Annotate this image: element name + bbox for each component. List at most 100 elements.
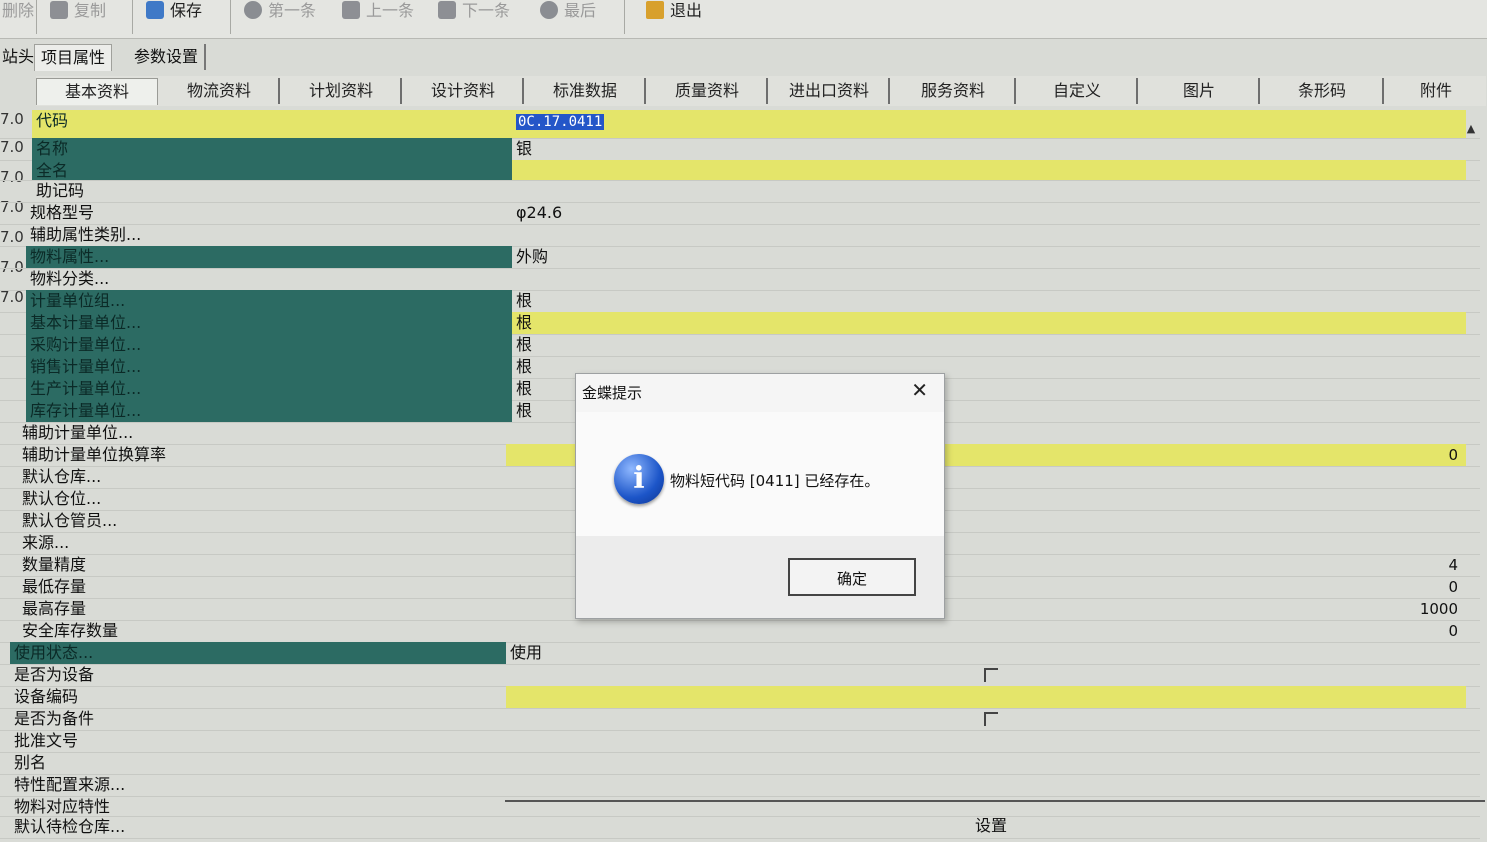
previous-icon — [342, 1, 360, 19]
status-field[interactable]: 使用 — [506, 642, 1466, 664]
is-spare-field[interactable] — [506, 708, 1466, 730]
save-button[interactable]: 保存 — [146, 0, 202, 26]
scroll-up-arrow-icon[interactable]: ▲ — [1463, 120, 1479, 138]
mnemonic-field[interactable] — [512, 180, 1466, 202]
property-tabs: 站头 项目属性 参数设置 — [0, 40, 1487, 72]
spec-field[interactable]: φ24.6 — [512, 202, 1466, 224]
tab-label: 计划资料 — [308, 81, 373, 100]
material-attr-field[interactable]: 外购 — [512, 246, 1466, 268]
message-dialog: 金蝶提示 ✕ i 物料短代码 [0411] 已经存在。 确定 — [575, 373, 945, 619]
tab-station[interactable]: 站头 — [0, 44, 36, 70]
tab-planning[interactable]: 计划资料 — [282, 78, 402, 104]
first-record-icon — [244, 1, 262, 19]
name-field[interactable]: 银 — [512, 138, 1466, 160]
default-location-label: 默认仓位... — [22, 489, 102, 508]
min-stock-label: 最低存量 — [22, 577, 87, 596]
last-record-button[interactable]: 最后 — [540, 0, 596, 26]
tab-basic-data[interactable]: 基本资料 — [36, 78, 158, 105]
max-stock-label: 最高存量 — [22, 599, 87, 618]
unit-group-field[interactable]: 根 — [512, 290, 1466, 312]
row-safety-stock: 安全库存数量 0 — [0, 620, 1480, 643]
base-unit-field[interactable]: 根 — [512, 312, 1466, 334]
approval-no-field[interactable] — [506, 730, 1466, 752]
copy-button[interactable]: 复制 — [50, 0, 106, 26]
spec-value: φ24.6 — [516, 203, 563, 222]
tab-images[interactable]: 图片 — [1140, 78, 1260, 104]
tab-label: 自定义 — [1052, 81, 1101, 100]
last-label: 最后 — [564, 1, 597, 20]
row-approval-no: 批准文号 — [0, 730, 1480, 753]
equipment-code-field[interactable] — [506, 686, 1466, 708]
base-unit-value: 根 — [516, 313, 533, 332]
feature-source-label: 特性配置来源... — [14, 775, 126, 794]
max-stock-value: 1000 — [1419, 600, 1458, 618]
default-warehouse-label: 默认仓库... — [22, 467, 102, 486]
copy-icon — [50, 1, 68, 19]
qty-precision-value: 4 — [1448, 556, 1458, 574]
name-label: 名称 — [32, 138, 512, 160]
code-field[interactable]: 0C.17.0411 — [512, 110, 1466, 138]
save-label: 保存 — [170, 1, 203, 20]
settings-button[interactable]: 设置 — [975, 812, 1007, 836]
tab-label: 项目属性 — [41, 48, 106, 67]
ok-button[interactable]: 确定 — [788, 558, 916, 596]
tab-service[interactable]: 服务资料 — [892, 78, 1016, 104]
feature-source-field[interactable] — [506, 774, 1466, 796]
is-equipment-field[interactable] — [506, 664, 1466, 686]
tab-quality[interactable]: 质量资料 — [648, 78, 768, 104]
tab-attachments[interactable]: 附件 — [1386, 78, 1486, 104]
production-unit-value: 根 — [516, 379, 533, 398]
tab-label: 基本资料 — [64, 82, 129, 101]
qty-precision-label: 数量精度 — [22, 555, 87, 574]
alias-field[interactable] — [506, 752, 1466, 774]
aux-attr-field[interactable] — [512, 224, 1466, 246]
unit-group-label: 计量单位组... — [26, 290, 512, 312]
checkbox-icon[interactable] — [984, 668, 998, 682]
tab-import-export[interactable]: 进出口资料 — [770, 78, 890, 104]
tab-label: 进出口资料 — [788, 81, 869, 100]
aux-rate-label: 辅助计量单位换算率 — [22, 445, 167, 464]
tab-logistics[interactable]: 物流资料 — [160, 78, 280, 104]
alias-label: 别名 — [14, 753, 47, 772]
dialog-title: 金蝶提示 — [582, 384, 643, 402]
safety-stock-value: 0 — [1448, 622, 1458, 640]
tab-barcode[interactable]: 条形码 — [1262, 78, 1384, 104]
is-spare-label: 是否为备件 — [14, 709, 95, 728]
row-aux-attr: 辅助属性类别... — [0, 224, 1480, 247]
save-icon — [146, 1, 164, 19]
tab-label: 物流资料 — [186, 81, 251, 100]
previous-record-button[interactable]: 上一条 — [342, 0, 414, 26]
checkbox-icon[interactable] — [984, 712, 998, 726]
unit-group-value: 根 — [516, 291, 533, 310]
safety-stock-field[interactable]: 0 — [506, 620, 1466, 642]
material-class-field[interactable] — [512, 268, 1466, 290]
exit-icon — [646, 1, 664, 19]
exit-button[interactable]: 退出 — [646, 0, 702, 26]
tab-parameter-settings[interactable]: 参数设置 — [128, 44, 207, 70]
mnemonic-label: 助记码 — [36, 181, 85, 200]
row-unit-group: 计量单位组... 根 — [0, 290, 1480, 313]
row-base-unit: 基本计量单位... 根 — [0, 312, 1480, 335]
tab-standard-data[interactable]: 标准数据 — [526, 78, 646, 104]
tab-label: 站头 — [2, 47, 35, 66]
tab-item-properties[interactable]: 项目属性 — [34, 44, 113, 71]
next-record-button[interactable]: 下一条 — [438, 0, 510, 26]
close-icon[interactable]: ✕ — [911, 380, 928, 400]
dialog-footer: 确定 — [576, 536, 944, 618]
first-record-button[interactable]: 第一条 — [244, 0, 316, 26]
tab-label: 条形码 — [1297, 81, 1346, 100]
row-purchase-unit: 采购计量单位... 根 — [0, 334, 1480, 357]
delete-button[interactable]: 删除 — [2, 0, 34, 26]
aux-attr-label: 辅助属性类别... — [30, 225, 142, 244]
stock-unit-label: 库存计量单位... — [26, 400, 512, 422]
toolbar-divider — [230, 0, 231, 34]
last-record-icon — [540, 1, 558, 19]
tab-custom[interactable]: 自定义 — [1018, 78, 1138, 104]
purchase-unit-field[interactable]: 根 — [512, 334, 1466, 356]
material-feature-label: 物料对应特性 — [14, 797, 111, 816]
status-value: 使用 — [510, 643, 543, 662]
toolbar: 删除 复制 保存 第一条 上一条 下一条 最后 退出 — [0, 0, 1487, 39]
full-name-field[interactable] — [512, 160, 1466, 180]
settings-bar: 设置 — [505, 800, 1485, 842]
tab-design[interactable]: 设计资料 — [404, 78, 524, 104]
